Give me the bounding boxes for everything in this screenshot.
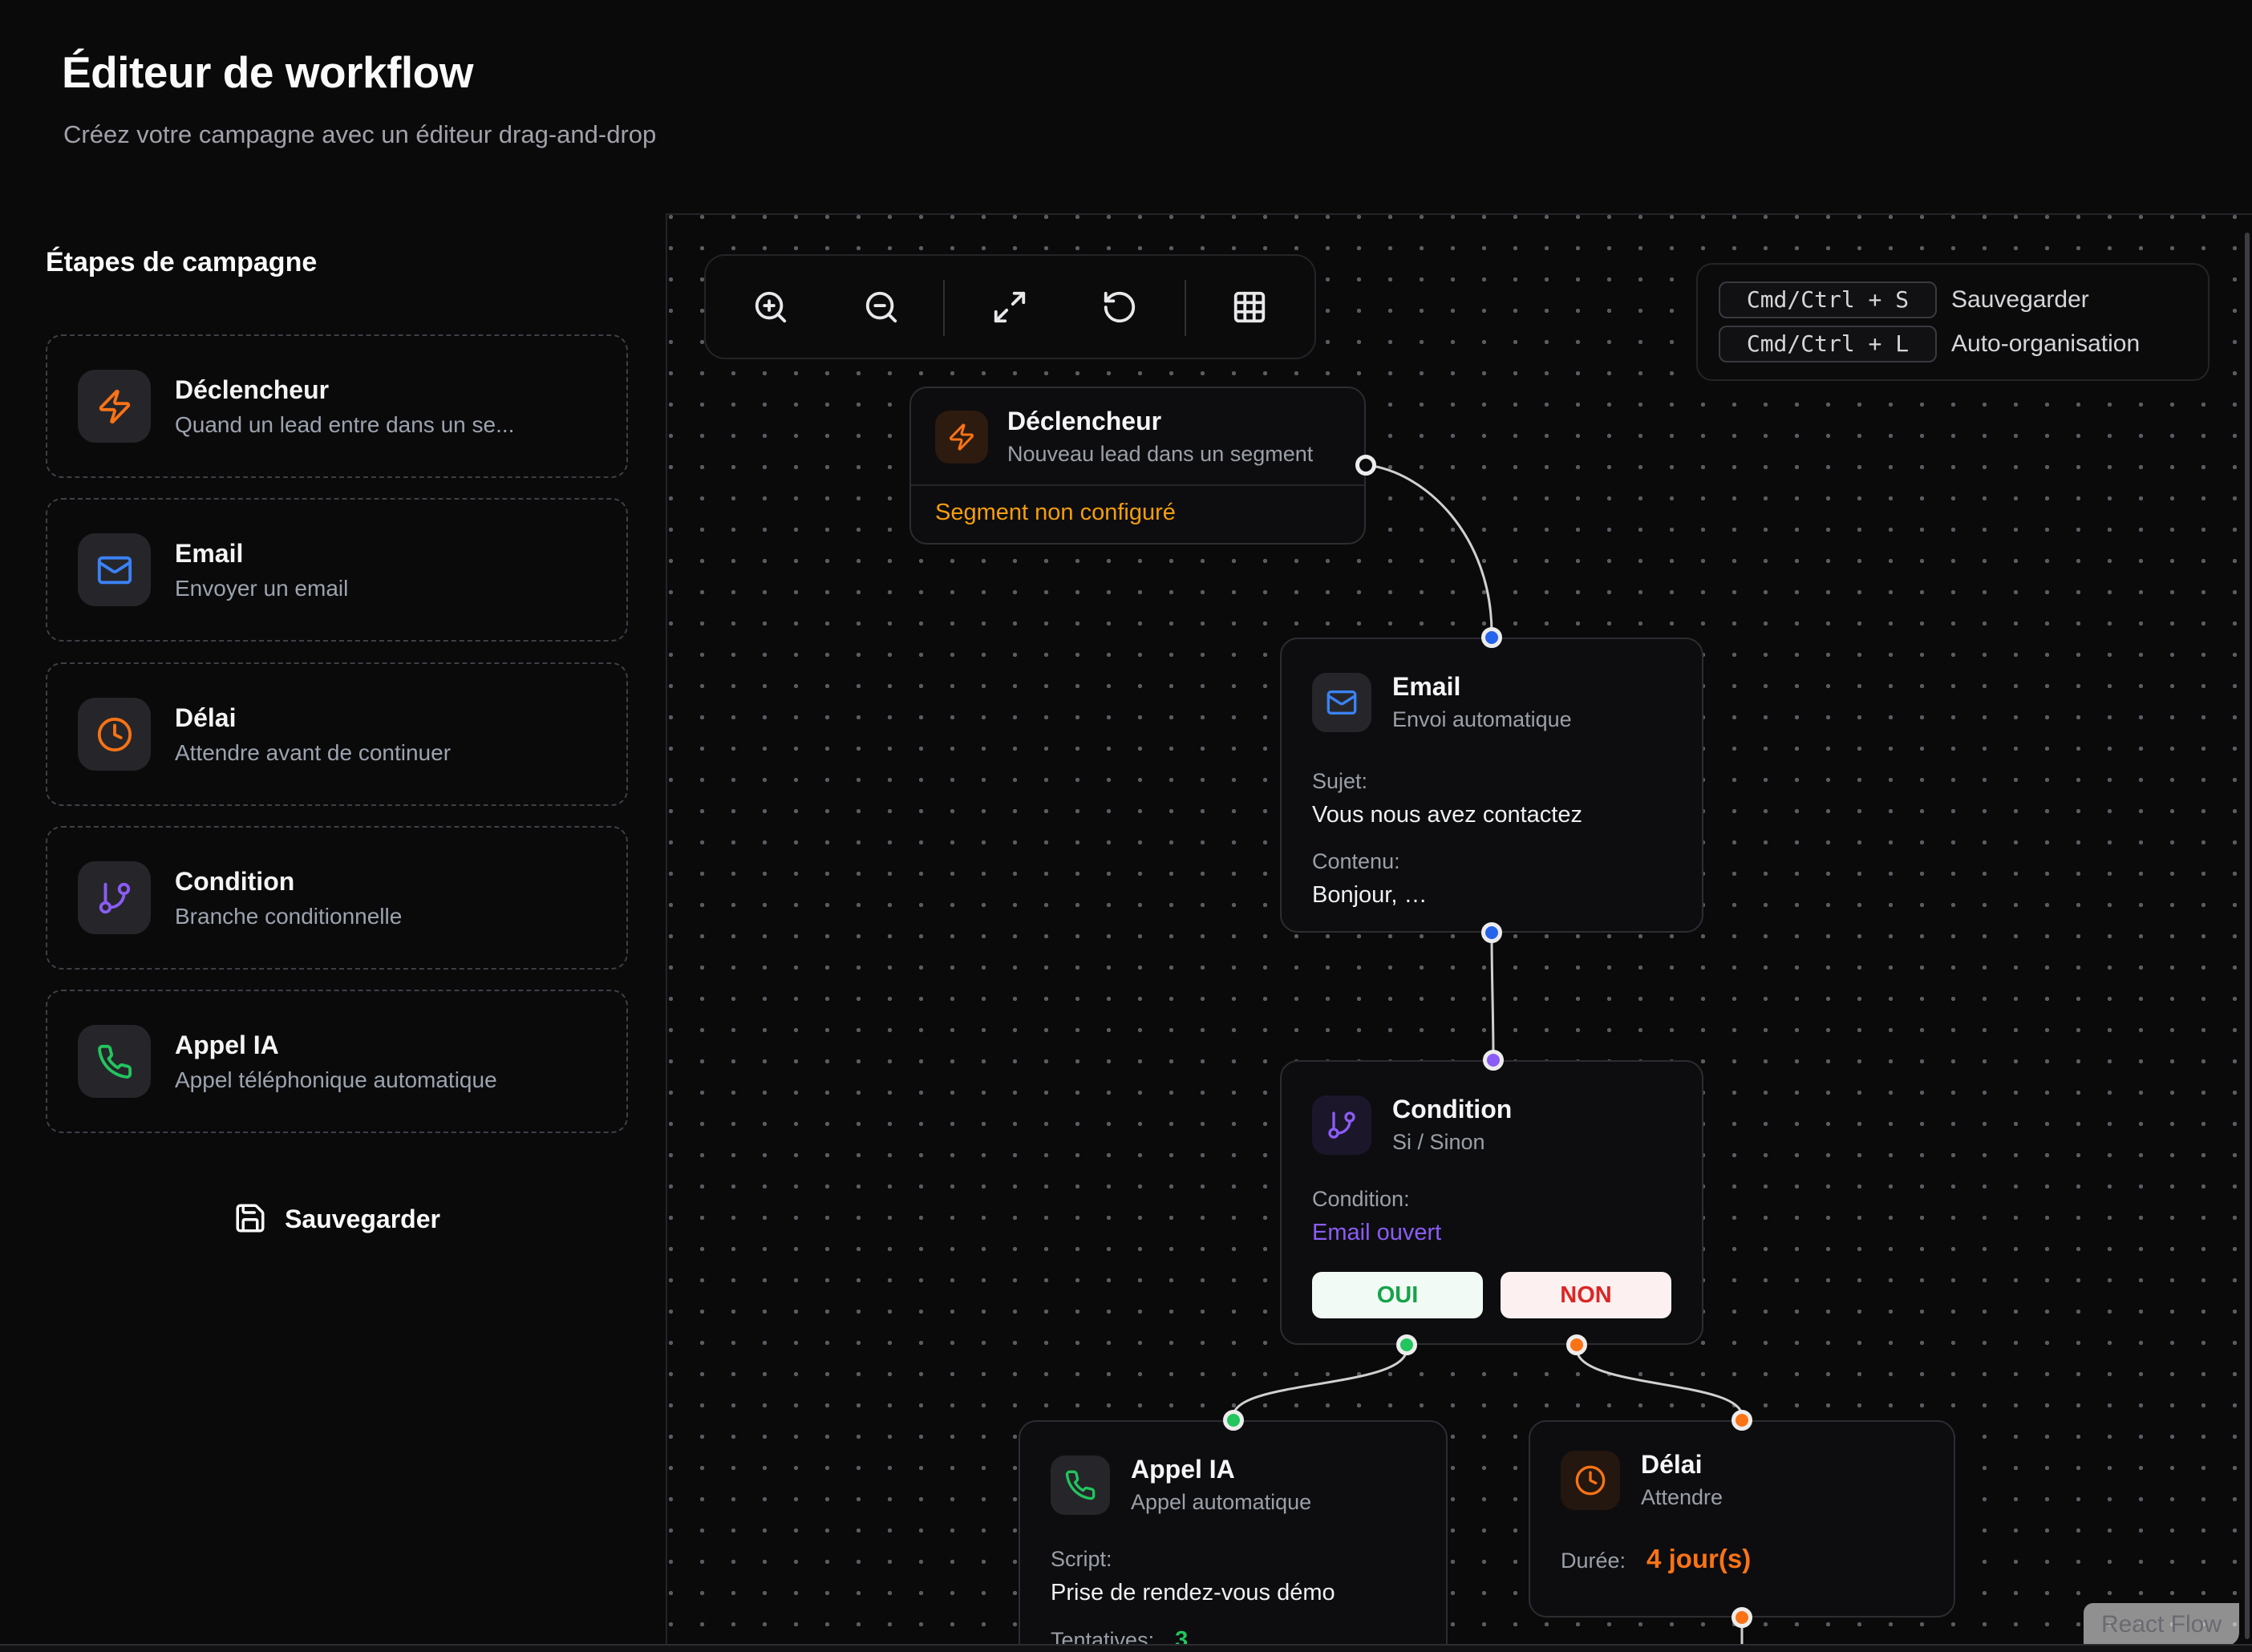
condition-no-button[interactable]: NON bbox=[1501, 1272, 1671, 1318]
shortcuts-panel: Cmd/Ctrl + S Sauvegarder Cmd/Ctrl + L Au… bbox=[1696, 263, 2209, 381]
save-icon bbox=[233, 1201, 267, 1237]
edge-condition-yes-aicall bbox=[1233, 1349, 1407, 1416]
handle-delay-target[interactable] bbox=[1732, 1410, 1752, 1431]
zap-icon bbox=[935, 411, 988, 464]
page-subtitle: Créez votre campagne avec un éditeur dra… bbox=[63, 120, 656, 149]
flow-canvas[interactable]: Cmd/Ctrl + S Sauvegarder Cmd/Ctrl + L Au… bbox=[666, 213, 2252, 1652]
content-label: Contenu: bbox=[1312, 849, 1671, 874]
node-subtitle: Nouveau lead dans un segment bbox=[1007, 442, 1313, 467]
duration-value: 4 jour(s) bbox=[1646, 1544, 1751, 1574]
sidebar-item-description: Quand un lead entre dans un se... bbox=[175, 412, 514, 438]
subject-label: Sujet: bbox=[1312, 769, 1671, 794]
sidebar-item-trigger[interactable]: Déclencheur Quand un lead entre dans un … bbox=[46, 334, 628, 478]
toolbar-separator bbox=[1185, 280, 1186, 336]
shortcut-autolayout-label: Auto-organisation bbox=[1951, 330, 2140, 358]
handle-delay-source[interactable] bbox=[1732, 1607, 1752, 1628]
shortcut-autolayout: Cmd/Ctrl + L Auto-organisation bbox=[1719, 326, 2187, 362]
handle-email-target[interactable] bbox=[1481, 627, 1502, 648]
grid-icon bbox=[1231, 289, 1268, 326]
sidebar-item-label: Email bbox=[175, 539, 348, 569]
sidebar-item-description: Appel téléphonique automatique bbox=[175, 1067, 497, 1093]
fit-view-button[interactable] bbox=[991, 289, 1028, 326]
shortcut-save-label: Sauvegarder bbox=[1951, 286, 2089, 314]
canvas-toolbar bbox=[704, 254, 1316, 359]
phone-icon bbox=[78, 1025, 151, 1098]
shortcut-autolayout-keys: Cmd/Ctrl + L bbox=[1719, 326, 1937, 362]
condition-value: Email ouvert bbox=[1312, 1220, 1671, 1246]
clock-icon bbox=[78, 698, 151, 771]
node-email[interactable]: Email Envoi automatique Sujet: Vous nous… bbox=[1280, 638, 1703, 933]
node-subtitle: Si / Sinon bbox=[1392, 1130, 1512, 1155]
sidebar-item-ai-call[interactable]: Appel IA Appel téléphonique automatique bbox=[46, 990, 628, 1133]
node-condition[interactable]: Condition Si / Sinon Condition: Email ou… bbox=[1280, 1060, 1703, 1345]
sidebar-item-email[interactable]: Email Envoyer un email bbox=[46, 498, 628, 642]
git-branch-icon bbox=[1312, 1095, 1371, 1155]
handle-ai-call-target[interactable] bbox=[1223, 1410, 1244, 1431]
canvas-scrollbar[interactable] bbox=[2245, 233, 2250, 1639]
toggle-grid-button[interactable] bbox=[1231, 289, 1268, 326]
zoom-in-icon bbox=[752, 289, 789, 326]
edge-email-condition bbox=[1492, 934, 1493, 1057]
node-title: Condition bbox=[1392, 1095, 1512, 1124]
window-bottom-edge bbox=[0, 1646, 2252, 1652]
sidebar-item-condition[interactable]: Condition Branche conditionnelle bbox=[46, 826, 628, 970]
sidebar-item-description: Branche conditionnelle bbox=[175, 904, 402, 929]
sidebar-item-delay[interactable]: Délai Attendre avant de continuer bbox=[46, 662, 628, 806]
handle-email-source[interactable] bbox=[1481, 922, 1502, 943]
clock-icon bbox=[1561, 1451, 1620, 1510]
condition-label: Condition: bbox=[1312, 1187, 1671, 1212]
condition-yes-button[interactable]: OUI bbox=[1312, 1272, 1483, 1318]
duration-label: Durée: bbox=[1561, 1549, 1626, 1573]
sidebar-item-description: Envoyer un email bbox=[175, 576, 348, 601]
sidebar-heading: Étapes de campagne bbox=[46, 247, 317, 278]
node-ai-call[interactable]: Appel IA Appel automatique Script: Prise… bbox=[1019, 1420, 1448, 1652]
mail-icon bbox=[78, 533, 151, 606]
save-button[interactable]: Sauvegarder bbox=[46, 1185, 628, 1253]
handle-condition-no-source[interactable] bbox=[1566, 1334, 1587, 1355]
phone-icon bbox=[1051, 1456, 1110, 1515]
subject-value: Vous nous avez contactez bbox=[1312, 802, 1671, 828]
sidebar-item-description: Attendre avant de continuer bbox=[175, 740, 451, 766]
node-title: Appel IA bbox=[1131, 1456, 1311, 1484]
node-trigger[interactable]: Déclencheur Nouveau lead dans un segment… bbox=[909, 387, 1366, 545]
rotate-ccw-icon bbox=[1101, 289, 1138, 326]
node-subtitle: Envoi automatique bbox=[1392, 707, 1572, 732]
workflow-editor-app: Éditeur de workflow Créez votre campagne… bbox=[0, 0, 2252, 1652]
react-flow-attribution[interactable]: React Flow bbox=[2084, 1603, 2239, 1646]
script-label: Script: bbox=[1051, 1547, 1416, 1572]
handle-condition-target[interactable] bbox=[1483, 1050, 1504, 1071]
page-title: Éditeur de workflow bbox=[62, 47, 473, 98]
handle-condition-yes-source[interactable] bbox=[1396, 1334, 1417, 1355]
edge-condition-no-delay bbox=[1577, 1349, 1742, 1416]
zoom-out-button[interactable] bbox=[863, 289, 900, 326]
sidebar-item-label: Appel IA bbox=[175, 1030, 497, 1060]
shortcut-save-keys: Cmd/Ctrl + S bbox=[1719, 281, 1937, 318]
script-value: Prise de rendez-vous démo bbox=[1051, 1580, 1416, 1606]
node-subtitle: Appel automatique bbox=[1131, 1490, 1311, 1515]
sidebar-item-label: Délai bbox=[175, 703, 451, 733]
trigger-warning: Segment non configuré bbox=[911, 486, 1364, 526]
expand-icon bbox=[991, 289, 1028, 326]
shortcut-save: Cmd/Ctrl + S Sauvegarder bbox=[1719, 281, 2187, 318]
sidebar-item-label: Déclencheur bbox=[175, 375, 514, 405]
sidebar-item-label: Condition bbox=[175, 867, 402, 897]
node-title: Délai bbox=[1641, 1451, 1723, 1479]
zap-icon bbox=[78, 370, 151, 443]
flow-edges bbox=[667, 215, 2252, 1652]
node-delay[interactable]: Délai Attendre Durée: 4 jour(s) bbox=[1529, 1420, 1955, 1618]
git-branch-icon bbox=[78, 861, 151, 934]
reset-view-button[interactable] bbox=[1101, 289, 1138, 326]
edge-trigger-email bbox=[1367, 465, 1492, 634]
content-value: Bonjour, … bbox=[1312, 882, 1671, 909]
node-title: Déclencheur bbox=[1007, 407, 1313, 435]
node-title: Email bbox=[1392, 673, 1572, 701]
mail-icon bbox=[1312, 673, 1371, 732]
zoom-in-button[interactable] bbox=[752, 289, 789, 326]
save-button-label: Sauvegarder bbox=[285, 1205, 440, 1234]
toolbar-separator bbox=[943, 280, 945, 336]
handle-trigger-source[interactable] bbox=[1355, 455, 1376, 476]
node-subtitle: Attendre bbox=[1641, 1485, 1723, 1510]
zoom-out-icon bbox=[863, 289, 900, 326]
